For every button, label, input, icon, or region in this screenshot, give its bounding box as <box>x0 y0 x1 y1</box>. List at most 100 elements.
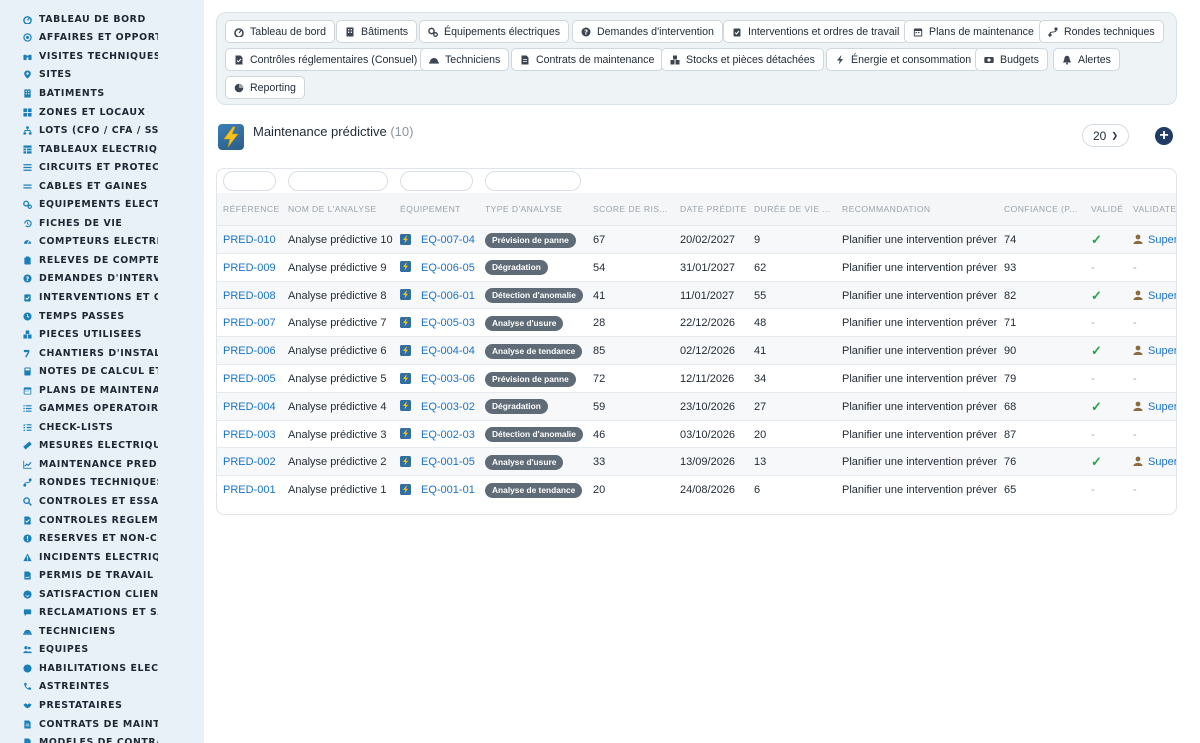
column-header[interactable]: VALIDATEUR <box>1133 204 1176 214</box>
filter-reference-input[interactable] <box>223 171 276 191</box>
equipment-link[interactable]: EQ-003-02 <box>421 401 475 413</box>
nav-button[interactable]: Techniciens <box>420 48 510 71</box>
sidebar-item[interactable]: INTERVENTIONS ET ORDRES DE TRAVAIL <box>0 288 158 307</box>
nav-button[interactable]: Interventions et ordres de travail <box>723 20 909 43</box>
sidebar-item[interactable]: CONTRÔLES ET ESSAIS <box>0 492 158 511</box>
nav-button[interactable]: Tableau de bord <box>225 20 335 43</box>
column-header[interactable]: NOM DE L'ANALYSE <box>288 204 396 214</box>
sidebar-item[interactable]: FICHES DE VIE <box>0 214 158 233</box>
equipment-link[interactable]: EQ-006-01 <box>421 290 475 302</box>
validator-cell[interactable]: Superadmin <box>1133 393 1176 421</box>
sidebar-item[interactable]: TABLEAUX ÉLECTRIQUES <box>0 140 158 159</box>
filter-equipment-input[interactable] <box>400 171 473 191</box>
validator-name[interactable]: Superadmin <box>1148 234 1176 246</box>
column-header[interactable]: ÉQUIPEMENT <box>400 204 482 214</box>
equipment-cell[interactable]: EQ-003-02 <box>400 393 482 421</box>
nav-button[interactable]: Bâtiments <box>336 20 418 43</box>
reference-link[interactable]: PRED-007 <box>223 309 283 337</box>
validator-cell[interactable]: Superadmin <box>1133 282 1176 310</box>
validator-name[interactable]: Superadmin <box>1148 290 1176 302</box>
sidebar-item[interactable]: RÉSERVES ET NON-CONFORMITÉS <box>0 529 158 548</box>
equipment-link[interactable]: EQ-002-03 <box>421 429 475 441</box>
sidebar-item[interactable]: LOTS (CFO / CFA / SSI...) <box>0 121 158 140</box>
nav-button[interactable]: Contrôles réglementaires (Consuel) <box>225 48 427 71</box>
equipment-link[interactable]: EQ-001-05 <box>421 456 475 468</box>
equipment-cell[interactable]: EQ-006-05 <box>400 254 482 282</box>
equipment-cell[interactable]: EQ-005-03 <box>400 309 482 337</box>
validator-name[interactable]: Superadmin <box>1148 345 1176 357</box>
reference-link[interactable]: PRED-003 <box>223 421 283 449</box>
reference-link[interactable]: PRED-004 <box>223 393 283 421</box>
table-row[interactable]: PRED-007 Analyse prédictive 7 EQ-005-03 Ana… <box>217 308 1176 337</box>
sidebar-item[interactable]: MAINTENANCE PRÉDICTIVE <box>0 455 158 474</box>
table-row[interactable]: PRED-004 Analyse prédictive 4 EQ-003-02 Dég… <box>217 391 1176 421</box>
sidebar-item[interactable]: CONTRATS DE MAINTENANCE <box>0 715 158 734</box>
equipment-link[interactable]: EQ-007-04 <box>421 234 475 246</box>
table-row[interactable]: PRED-003 Analyse prédictive 3 EQ-002-03 Dét… <box>217 419 1176 449</box>
filter-type-input[interactable] <box>485 171 581 191</box>
table-row[interactable]: PRED-001 Analyse prédictive 1 EQ-001-01 Ana… <box>217 475 1176 504</box>
sidebar-item[interactable]: VISITES TECHNIQUES ET AUDITS <box>0 47 158 66</box>
equipment-cell[interactable]: EQ-007-04 <box>400 226 482 254</box>
reference-link[interactable]: PRED-006 <box>223 337 283 365</box>
nav-button[interactable]: Reporting <box>225 76 305 99</box>
column-header[interactable]: VALIDÉ <box>1091 204 1127 214</box>
filter-name-input[interactable] <box>288 171 388 191</box>
column-header[interactable]: TYPE D'ANALYSE <box>485 204 589 214</box>
nav-button[interactable]: Plans de maintenance <box>904 20 1043 43</box>
sidebar-item[interactable]: GAMMES OPÉRATOIRES <box>0 399 158 418</box>
per-page-select[interactable]: 20 ❯ <box>1082 124 1129 147</box>
sidebar-item[interactable]: TABLEAU DE BORD <box>0 10 158 29</box>
nav-button[interactable]: Énergie et consommation <box>826 48 981 71</box>
sidebar-item[interactable]: CHECK-LISTS <box>0 418 158 437</box>
sidebar-item[interactable]: RELEVÉS DE COMPTEURS <box>0 251 158 270</box>
sidebar-item[interactable]: CONTRÔLES RÉGLEMENTAIRES <box>0 511 158 530</box>
sidebar-item[interactable]: MODÈLES DE CONTRATS <box>0 733 158 743</box>
table-row[interactable]: PRED-002 Analyse prédictive 2 EQ-001-05 Ana… <box>217 447 1176 476</box>
nav-button[interactable]: Alertes <box>1053 48 1120 71</box>
validator-cell[interactable]: Superadmin <box>1133 448 1176 476</box>
validator-cell[interactable]: Superadmin <box>1133 226 1176 254</box>
equipment-cell[interactable]: EQ-004-04 <box>400 337 482 365</box>
column-header[interactable]: DURÉE DE VIE ... <box>754 204 838 214</box>
sidebar-item[interactable]: PLANS DE MAINTENANCE <box>0 381 158 400</box>
column-header[interactable]: RECOMMANDATION <box>842 204 997 214</box>
sidebar-item[interactable]: TECHNICIENS <box>0 622 158 641</box>
sidebar-item[interactable]: INCIDENTS ÉLECTRIQUES <box>0 548 158 567</box>
sidebar-item[interactable]: BÂTIMENTS <box>0 84 158 103</box>
validator-cell[interactable]: Superadmin <box>1133 337 1176 365</box>
plus-circle-icon[interactable]: + <box>1155 127 1173 145</box>
reference-link[interactable]: PRED-002 <box>223 448 283 476</box>
sidebar-item[interactable]: CIRCUITS ET PROTECTIONS <box>0 158 158 177</box>
equipment-cell[interactable]: EQ-003-06 <box>400 365 482 393</box>
equipment-link[interactable]: EQ-004-04 <box>421 345 475 357</box>
equipment-cell[interactable]: EQ-001-01 <box>400 476 482 504</box>
nav-button[interactable]: Rondes techniques <box>1039 20 1164 43</box>
equipment-link[interactable]: EQ-006-05 <box>421 262 475 274</box>
nav-button[interactable]: Contrats de maintenance <box>511 48 664 71</box>
column-header[interactable]: RÉFÉRENCE <box>223 204 283 214</box>
nav-button[interactable]: Stocks et pièces détachées <box>661 48 824 71</box>
reference-link[interactable]: PRED-009 <box>223 254 283 282</box>
sidebar-item[interactable]: SITES <box>0 66 158 85</box>
equipment-link[interactable]: EQ-003-06 <box>421 373 475 385</box>
table-row[interactable]: PRED-006 Analyse prédictive 6 EQ-004-04 Ana… <box>217 336 1176 365</box>
nav-button[interactable]: Budgets <box>975 48 1048 71</box>
table-row[interactable]: PRED-009 Analyse prédictive 9 EQ-006-05 Dég… <box>217 252 1176 282</box>
sidebar-item[interactable]: ZONES ET LOCAUX <box>0 103 158 122</box>
reference-link[interactable]: PRED-001 <box>223 476 283 504</box>
column-header[interactable]: DATE PRÉDITE <box>680 204 750 214</box>
sidebar-item[interactable]: TEMPS PASSÉS <box>0 307 158 326</box>
nav-button[interactable]: ? Demandes d'intervention <box>572 20 723 43</box>
equipment-cell[interactable]: EQ-001-05 <box>400 448 482 476</box>
sidebar-item[interactable]: ASTREINTES <box>0 678 158 697</box>
sidebar-item[interactable]: RONDES TECHNIQUES <box>0 474 158 493</box>
sidebar-item[interactable]: CÂBLES ET GAINES <box>0 177 158 196</box>
sidebar-item[interactable]: SATISFACTION CLIENT <box>0 585 158 604</box>
sidebar-item[interactable]: RÉCLAMATIONS ET SAV <box>0 604 158 623</box>
column-header[interactable]: CONFIANCE (P... <box>1004 204 1086 214</box>
sidebar-item[interactable]: PRESTATAIRES <box>0 696 158 715</box>
equipment-link[interactable]: EQ-005-03 <box>421 317 475 329</box>
table-row[interactable]: PRED-005 Analyse prédictive 5 EQ-003-06 Pré… <box>217 364 1176 393</box>
sidebar-item[interactable]: PERMIS DE TRAVAIL <box>0 566 158 585</box>
